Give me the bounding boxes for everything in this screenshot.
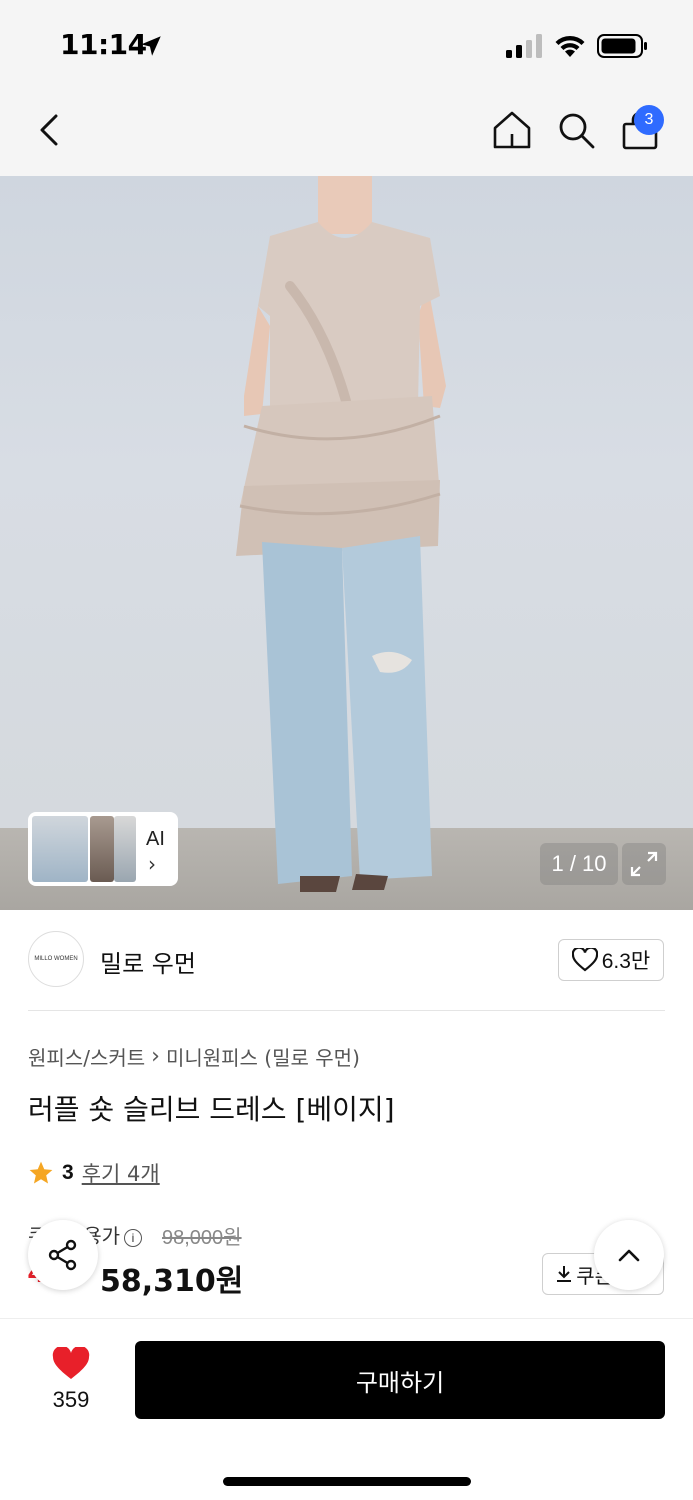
ai-similar-thumbnails[interactable]: AI ›	[28, 812, 178, 886]
status-time: 11:14	[60, 28, 147, 61]
heart-filled-icon	[52, 1347, 90, 1379]
chevron-up-icon	[618, 1249, 640, 1262]
brand-logo[interactable]: MILLO WOMEN	[28, 931, 84, 987]
scroll-to-top-button[interactable]	[594, 1220, 664, 1290]
thumbnail-1	[32, 816, 88, 882]
buy-button[interactable]: 구매하기	[135, 1341, 665, 1419]
home-indicator	[223, 1477, 471, 1486]
battery-icon	[597, 34, 647, 58]
product-image[interactable]: 1 / 10	[0, 176, 693, 910]
original-price: 98,000원	[162, 1227, 242, 1249]
heart-outline-icon	[571, 948, 598, 972]
product-title: 러플 숏 슬리브 드레스 [베이지]	[28, 1093, 395, 1126]
review-count-link[interactable]: 후기 4개	[82, 1158, 160, 1188]
back-arrow-icon[interactable]	[30, 108, 70, 152]
info-icon[interactable]: i	[124, 1228, 142, 1247]
top-navigation-bar	[0, 90, 693, 176]
star-icon	[29, 1161, 53, 1184]
chevron-right-icon: ›	[148, 852, 156, 876]
rating-row: 3 후기 4개	[28, 1158, 160, 1188]
location-arrow-icon	[141, 36, 161, 56]
expand-icon[interactable]	[622, 843, 666, 885]
wifi-icon	[555, 35, 585, 57]
cart-count-badge: 3	[634, 105, 664, 135]
thumbnail-2	[90, 816, 114, 882]
breadcrumb: 원피스/스커트 › 미니원피스 (밀로 우먼)	[28, 1042, 360, 1071]
breadcrumb-category[interactable]: 원피스/스커트	[28, 1042, 145, 1071]
image-counter: 1 / 10	[540, 843, 618, 885]
model-photo	[236, 176, 446, 892]
divider	[28, 1010, 665, 1011]
rating-value: 3	[62, 1161, 74, 1184]
bottom-purchase-bar: 359 구매하기	[0, 1318, 693, 1500]
wishlist-count: 359	[52, 1387, 90, 1412]
search-icon[interactable]	[554, 108, 598, 152]
wishlist-button[interactable]: 359	[40, 1347, 102, 1417]
share-icon	[48, 1239, 77, 1271]
sale-price: 58,310원	[100, 1264, 244, 1299]
ai-label: AI	[146, 828, 165, 850]
home-icon[interactable]	[490, 108, 534, 152]
thumbnail-3	[114, 816, 136, 882]
share-button[interactable]	[28, 1220, 98, 1290]
brand-like-button[interactable]: 6.3만	[558, 939, 664, 981]
breadcrumb-subcategory[interactable]: 미니원피스 (밀로 우먼)	[166, 1042, 360, 1071]
brand-name[interactable]: 밀로 우먼	[100, 944, 196, 979]
download-icon	[557, 1266, 572, 1282]
chevron-right-icon: ›	[151, 1044, 160, 1069]
brand-like-count: 6.3만	[601, 950, 651, 973]
status-bar: 11:14	[0, 0, 693, 90]
cellular-signal-icon	[506, 34, 542, 58]
brand-logo-text: MILLO WOMEN	[34, 956, 78, 962]
